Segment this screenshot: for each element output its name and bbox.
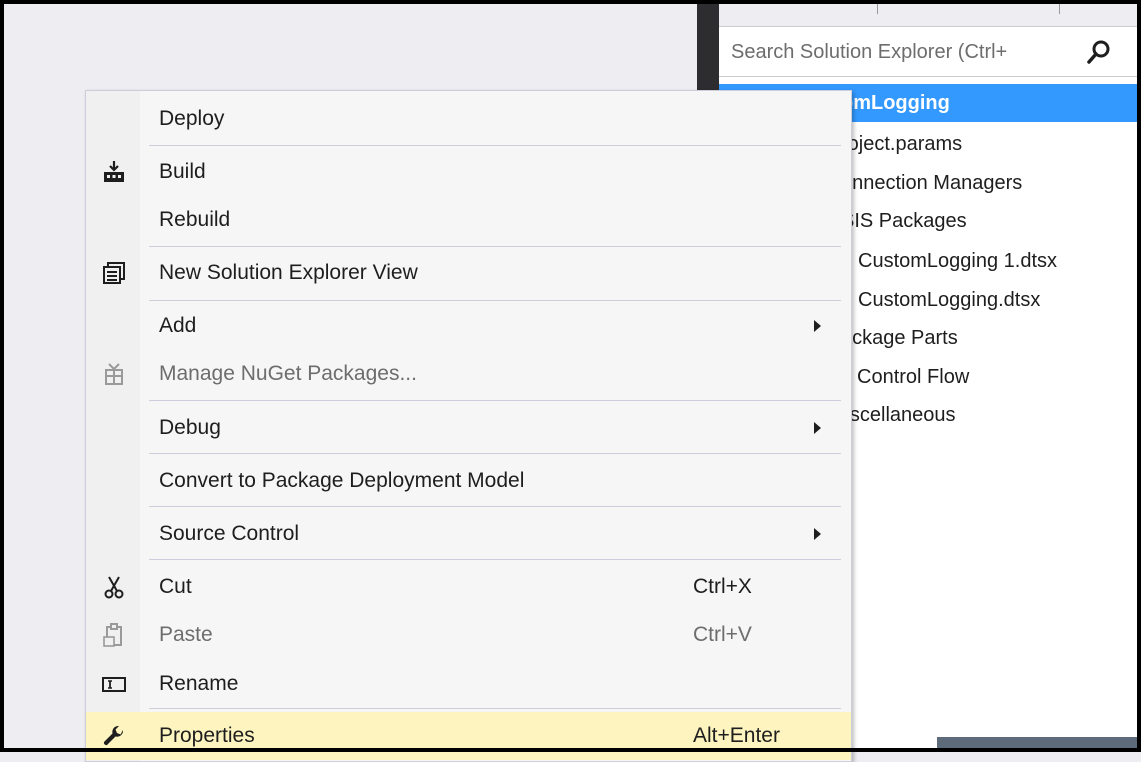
screenshot-frame [0,0,1141,752]
